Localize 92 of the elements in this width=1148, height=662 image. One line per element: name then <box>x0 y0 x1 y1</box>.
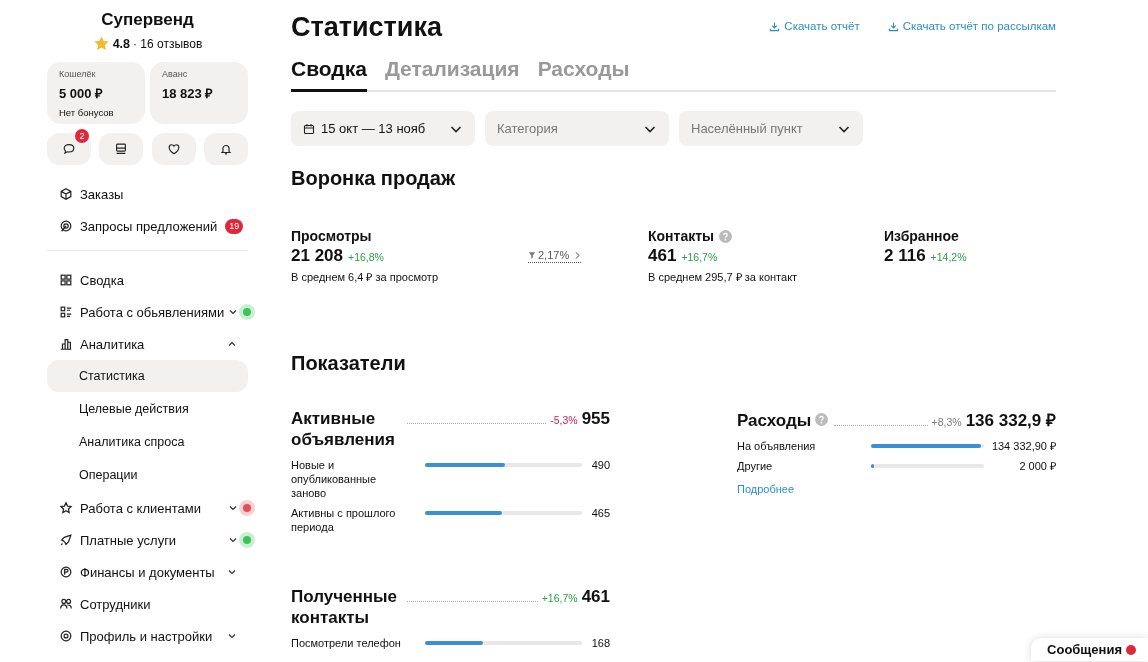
indicator-title: Полученные контакты <box>291 586 399 628</box>
indicator-value: 461 <box>581 587 610 607</box>
metric-change: +16,8% <box>348 251 384 263</box>
bar-chart-icon <box>59 337 73 351</box>
balance-label: Кошелёк <box>59 69 96 79</box>
metric-value: 2 116 <box>884 246 926 266</box>
row-label: На объявления <box>737 439 817 453</box>
indicator-change: +16,7% <box>541 592 578 604</box>
bonus-note: Нет бонусов <box>59 107 114 118</box>
filter-select[interactable]: Населённый пункт <box>679 111 863 146</box>
chat-icon <box>62 142 76 156</box>
nav-item[interactable]: Профиль и настройки <box>47 620 248 652</box>
bell-icon <box>219 142 233 156</box>
grid-icon <box>59 273 73 287</box>
row-label: Другие <box>737 459 774 473</box>
row-label: Посмотрели телефон <box>291 636 402 650</box>
coin-icon <box>59 565 73 579</box>
chevron-right-icon <box>574 250 582 260</box>
nav-subitem[interactable]: Аналитика спроса <box>47 426 248 458</box>
box-icon <box>59 187 73 201</box>
download-link[interactable]: Скачать отчёт по рассылкам <box>887 20 1056 32</box>
section-title: Воронка продаж <box>291 167 457 190</box>
nav-item[interactable]: Запросы предложений 19 <box>47 210 248 242</box>
indicator-change: -5,3% <box>550 414 578 426</box>
monitor-button[interactable] <box>99 133 144 165</box>
nav-item[interactable]: Сотрудники <box>47 588 248 620</box>
metric-change: +16,7% <box>681 251 718 263</box>
metric-label: Просмотры <box>291 228 372 244</box>
nav-subitem[interactable]: Операции <box>47 459 248 491</box>
metric-note: В среднем 295,7 ₽ за контакт <box>648 270 799 284</box>
balance-amount: 18 823 ₽ <box>162 85 214 102</box>
people-icon <box>59 597 73 611</box>
metric-change: +14,2% <box>930 251 967 263</box>
metric-value: 461 <box>648 246 677 266</box>
calendar-icon <box>303 122 315 135</box>
messages-tab[interactable]: Сообщения <box>1031 638 1148 661</box>
nav-item[interactable]: Сводка <box>47 264 248 296</box>
nav-item[interactable]: Финансы и документы <box>47 556 248 588</box>
nav-subitem[interactable]: Целевые действия <box>47 393 248 425</box>
radar-icon <box>59 219 73 233</box>
metric-label: Избранное <box>884 228 959 244</box>
indicator-value: 955 <box>581 409 610 429</box>
rocket-icon <box>59 533 73 547</box>
metric-label: Контакты <box>648 228 714 244</box>
filter-select[interactable]: Категория <box>485 111 669 146</box>
row-label: Новые и опубликованные заново <box>291 458 378 500</box>
metric-note: В среднем 6,4 ₽ за просмотр <box>291 270 440 284</box>
balance-card[interactable]: Аванс 18 823 ₽ <box>150 62 248 124</box>
unread-badge: 2 <box>75 129 89 143</box>
section-title: Показатели <box>291 352 407 375</box>
download-link[interactable]: Скачать отчёт <box>769 20 860 32</box>
balance-card[interactable]: Кошелёк 5 000 ₽ Нет бонусов <box>47 62 145 124</box>
monitor-icon <box>114 142 129 156</box>
download-icon <box>769 20 781 32</box>
indicator-title: Расходы <box>737 410 812 431</box>
shop-name: Супервенд <box>101 10 194 30</box>
indicator-change: +8,3% <box>931 416 962 428</box>
nav-item[interactable]: Заказы <box>47 178 248 210</box>
nav-item[interactable]: Работа с клиентами <box>47 492 248 524</box>
reviews-count[interactable]: · 16 отзывов <box>133 36 203 51</box>
row-value: 465 <box>590 506 610 520</box>
row-value: 134 332,90 ₽ <box>990 439 1056 453</box>
help-icon[interactable] <box>719 229 732 243</box>
favorites-button[interactable] <box>151 133 196 165</box>
nav-item[interactable]: Платные услуги <box>47 524 248 556</box>
heart-icon <box>166 142 181 156</box>
tab[interactable]: Сводка <box>291 57 367 92</box>
funnel-icon <box>528 251 536 259</box>
star-icon <box>92 35 110 52</box>
nav-item[interactable]: Аналитика <box>47 328 248 360</box>
nav-subitem[interactable]: Статистика <box>47 360 248 392</box>
indicator-value: 136 332,9 ₽ <box>965 410 1056 431</box>
indicator-title: Активные объявления <box>291 408 396 450</box>
help-icon[interactable] <box>815 413 829 426</box>
metric-value: 21 208 <box>291 246 343 266</box>
details-link[interactable]: Подробнее <box>737 483 1056 495</box>
nav-item[interactable]: Работа с обьявлениями <box>47 296 248 328</box>
balance-amount: 5 000 ₽ <box>59 85 104 102</box>
conversion-link[interactable]: 2,17% <box>528 249 582 263</box>
download-icon <box>887 20 899 32</box>
notifications-button[interactable] <box>204 133 248 165</box>
row-value: 490 <box>590 458 610 472</box>
list-icon <box>59 305 73 319</box>
star-icon <box>59 501 73 515</box>
balance-label: Аванс <box>162 69 188 79</box>
row-label: Активны с прошлого периода <box>291 506 397 534</box>
rating-value: 4.8 <box>112 36 130 51</box>
date-range-select[interactable]: 15 окт — 13 нояб <box>291 111 475 146</box>
page-title: Статистика <box>291 11 442 43</box>
row-value: 168 <box>590 636 610 650</box>
row-value: 2 000 ₽ <box>1018 459 1056 473</box>
count-badge: 19 <box>225 218 244 234</box>
